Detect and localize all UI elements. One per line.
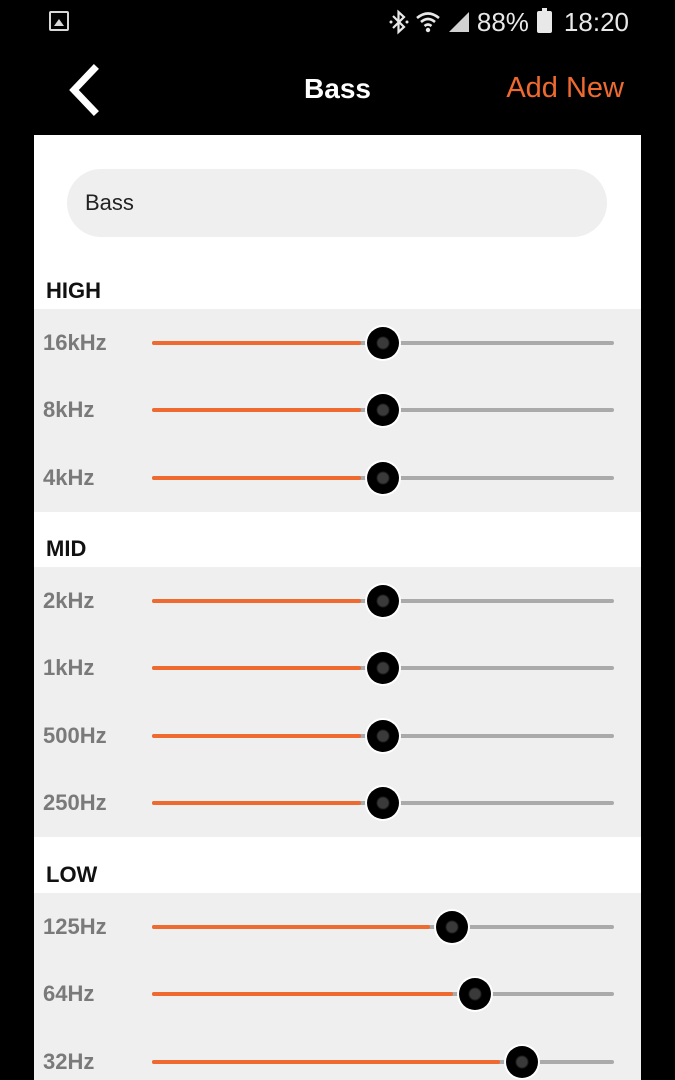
slider-thumb[interactable] xyxy=(365,785,401,822)
band-slider[interactable] xyxy=(152,907,614,947)
band-label: 250Hz xyxy=(43,790,107,816)
band-row: 2kHz xyxy=(34,567,641,635)
band-slider[interactable] xyxy=(152,1042,614,1080)
band-slider[interactable] xyxy=(152,974,614,1014)
band-row: 64Hz xyxy=(34,961,641,1029)
band-group-mid: 2kHz 1kHz 500Hz 250Hz xyxy=(34,567,641,837)
chevron-left-icon xyxy=(69,64,99,116)
band-row: 16kHz xyxy=(34,309,641,377)
slider-thumb[interactable] xyxy=(365,459,401,496)
band-slider[interactable] xyxy=(152,458,614,498)
band-row: 250Hz xyxy=(34,770,641,838)
band-slider[interactable] xyxy=(152,648,614,688)
section-title-high: HIGH xyxy=(46,278,101,303)
equalizer-panel: HIGH 16kHz 8kHz 4kHz MID 2kHz 1kHz 500Hz xyxy=(34,135,641,1080)
slider-thumb[interactable] xyxy=(434,908,471,945)
battery-percent: 88% xyxy=(476,6,529,37)
status-icons: 88% 18:20 xyxy=(389,6,629,38)
wifi-icon xyxy=(415,9,441,35)
band-label: 125Hz xyxy=(43,913,107,939)
band-slider[interactable] xyxy=(152,783,614,823)
back-button[interactable] xyxy=(60,63,110,117)
add-new-button[interactable]: Add New xyxy=(506,72,624,105)
slider-thumb[interactable] xyxy=(503,1043,540,1080)
app-header: Bass Add New xyxy=(0,45,675,135)
preset-name-field[interactable] xyxy=(67,169,607,237)
band-label: 16kHz xyxy=(43,329,107,355)
status-bar: 88% 18:20 xyxy=(0,0,675,45)
band-slider[interactable] xyxy=(152,390,614,430)
band-label: 4kHz xyxy=(43,464,95,490)
slider-thumb[interactable] xyxy=(365,582,401,619)
band-slider[interactable] xyxy=(152,716,614,756)
band-label: 32Hz xyxy=(43,1048,95,1074)
band-row: 32Hz xyxy=(34,1028,641,1080)
slider-thumb[interactable] xyxy=(365,717,401,754)
band-row: 1kHz xyxy=(34,635,641,703)
band-row: 500Hz xyxy=(34,702,641,770)
gallery-icon xyxy=(49,11,69,31)
band-label: 500Hz xyxy=(43,722,107,748)
band-slider[interactable] xyxy=(152,581,614,621)
slider-thumb[interactable] xyxy=(457,976,494,1013)
slider-thumb[interactable] xyxy=(365,650,401,687)
band-label: 64Hz xyxy=(43,981,95,1007)
band-group-low: 125Hz 64Hz 32Hz xyxy=(34,893,641,1080)
signal-icon xyxy=(447,10,471,34)
section-title-low: LOW xyxy=(46,862,98,887)
slider-thumb[interactable] xyxy=(365,392,401,429)
clock: 18:20 xyxy=(563,6,629,37)
band-label: 8kHz xyxy=(43,397,95,423)
section-title-mid: MID xyxy=(46,536,87,561)
battery-charging-icon xyxy=(536,8,552,33)
band-slider[interactable] xyxy=(152,323,614,363)
band-row: 4kHz xyxy=(34,444,641,512)
slider-thumb[interactable] xyxy=(365,324,401,361)
band-group-high: 16kHz 8kHz 4kHz xyxy=(34,309,641,512)
bluetooth-icon xyxy=(389,9,409,35)
band-row: 8kHz xyxy=(34,377,641,445)
band-row: 125Hz xyxy=(34,893,641,961)
band-label: 1kHz xyxy=(43,655,95,681)
band-label: 2kHz xyxy=(43,587,95,613)
